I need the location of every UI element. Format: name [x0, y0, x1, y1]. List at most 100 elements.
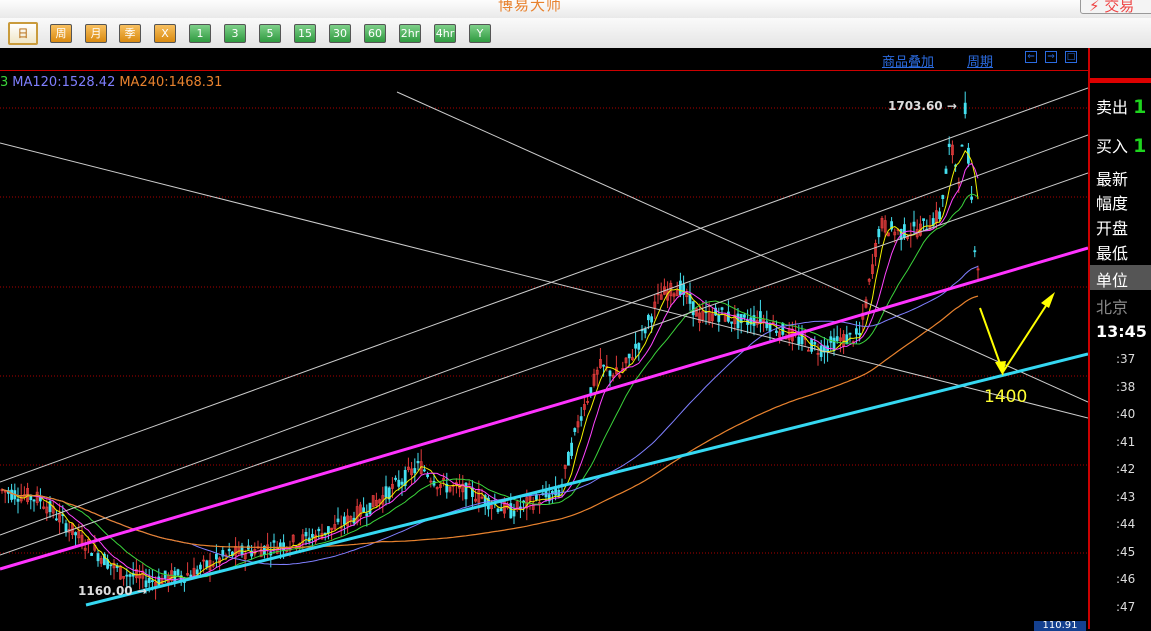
candle-body — [109, 564, 113, 567]
price-chart[interactable]: 1703.60 → 1160.00 → 1400 — [0, 48, 1088, 629]
candle-body — [64, 523, 68, 533]
candle-body — [214, 553, 218, 560]
period-button-月[interactable]: 月 — [85, 24, 107, 43]
period-button-60[interactable]: 60 — [364, 24, 386, 43]
field-unit: 单位 — [1096, 271, 1129, 290]
candle-body — [496, 508, 500, 513]
candle-body — [384, 486, 388, 498]
candle-body — [567, 451, 570, 466]
trade-button[interactable]: ⚡ 交易 — [1080, 0, 1151, 15]
candle-body — [176, 569, 180, 576]
ma-legend-item-1: MA120:1528.42 — [12, 75, 116, 90]
candle-body — [858, 332, 861, 336]
period-button-4hr[interactable]: 4hr — [434, 24, 456, 43]
period-button-1[interactable]: 1 — [189, 24, 211, 43]
ma-legend-item-2: MA240:1468.31 — [119, 75, 223, 90]
candle-body — [717, 314, 721, 322]
buy-row: 买入 1 — [1096, 133, 1146, 157]
candle-body — [128, 574, 132, 577]
candle-body — [16, 498, 20, 502]
tick-time: :40 — [1116, 407, 1136, 421]
candle-body — [464, 482, 468, 500]
candle-body — [579, 416, 583, 421]
period-button-x[interactable]: X — [154, 24, 176, 43]
candle-body — [326, 526, 330, 534]
candle-body — [848, 332, 852, 335]
period-button-30[interactable]: 30 — [329, 24, 351, 43]
tick-time: :37 — [1116, 352, 1136, 366]
candle-body — [877, 228, 881, 238]
candle-body — [39, 497, 42, 502]
sell-row: 卖出 1 — [1096, 94, 1146, 118]
overlay-link[interactable]: 商品叠加 — [882, 51, 934, 70]
period-button-日[interactable]: 日 — [8, 22, 38, 45]
sell-label: 卖出 — [1096, 98, 1129, 117]
period-button-y[interactable]: Y — [469, 24, 491, 43]
ma20-line — [1, 193, 979, 579]
candle-body — [416, 461, 420, 464]
ma240-line — [1, 295, 979, 549]
candle-body — [730, 321, 733, 324]
candle-body — [195, 569, 199, 575]
candle-body — [96, 553, 100, 562]
candle-body — [400, 481, 404, 485]
candle-body — [922, 218, 925, 221]
candle-body — [970, 196, 973, 200]
period-button-季[interactable]: 季 — [119, 24, 141, 43]
period-toolbar: 日周月季 X 1 3 5 15 30 60 2hr 4hr Y — [0, 18, 1151, 49]
tick-time: :44 — [1116, 517, 1136, 531]
window-toggle-icon[interactable]: □ — [1065, 51, 1077, 63]
candle-body — [115, 565, 119, 568]
candle-body — [573, 428, 577, 433]
candle-body — [74, 532, 77, 536]
candle-body — [637, 343, 641, 350]
candle-body — [647, 314, 650, 321]
candle-body — [845, 334, 849, 345]
sell-value: 1 — [1133, 96, 1147, 118]
app-title: 博易大师 — [497, 0, 562, 14]
candle-body — [29, 495, 33, 501]
price-tag: 110.91 — [1034, 621, 1086, 631]
candle-body — [973, 250, 977, 253]
tick-time: :38 — [1116, 379, 1136, 394]
candle-body — [368, 502, 372, 514]
projection-arrowhead — [1041, 292, 1055, 308]
tick-time: :42 — [1116, 462, 1136, 476]
candle-body — [643, 328, 647, 334]
mid-channel-line — [0, 246, 1088, 571]
period-button-周[interactable]: 周 — [50, 24, 72, 43]
target-price-label: 1400 — [984, 387, 1027, 407]
candle-body — [397, 479, 401, 487]
candle-body — [855, 328, 858, 335]
candle-body — [422, 469, 426, 472]
period-button-5[interactable]: 5 — [259, 24, 281, 43]
candle-body — [512, 510, 516, 517]
candle-body — [150, 580, 154, 583]
period-button-3[interactable]: 3 — [224, 24, 246, 43]
buy-value: 1 — [1133, 135, 1147, 157]
period-link[interactable]: 周期 — [967, 51, 993, 70]
channel-line — [0, 142, 1088, 419]
period-button-2hr[interactable]: 2hr — [399, 24, 421, 43]
channel-line — [396, 91, 1088, 403]
city-label: 北京 — [1096, 298, 1129, 317]
candle-body — [944, 168, 948, 174]
candle-body — [362, 507, 366, 513]
candle-body — [963, 102, 967, 115]
period-button-15[interactable]: 15 — [294, 24, 316, 43]
candle-body — [947, 143, 951, 148]
scroll-right-icon[interactable]: ⇒ — [1045, 51, 1057, 63]
channel-line — [0, 87, 1088, 483]
candle-body — [960, 144, 964, 147]
candle-body — [413, 468, 417, 474]
candle-body — [198, 564, 202, 570]
candle-body — [813, 342, 817, 345]
scroll-left-icon[interactable]: ⇐ — [1025, 51, 1037, 63]
chart-area[interactable]: 1703.60 → 1160.00 → 1400 — [0, 48, 1088, 629]
candle-body — [634, 343, 637, 349]
quote-panel: 卖出 1 买入 1 最新 幅度 开盘 最低 单位 北京 13:45 :37:38… — [1088, 48, 1151, 629]
chart-header: 3 MA120:1528.42 MA240:1468.31 商品叠加 周期 ⇐ ⇒ … — [0, 48, 1088, 90]
candle-body — [147, 577, 151, 583]
buy-label: 买入 — [1096, 137, 1129, 156]
channel-line — [0, 134, 1088, 536]
